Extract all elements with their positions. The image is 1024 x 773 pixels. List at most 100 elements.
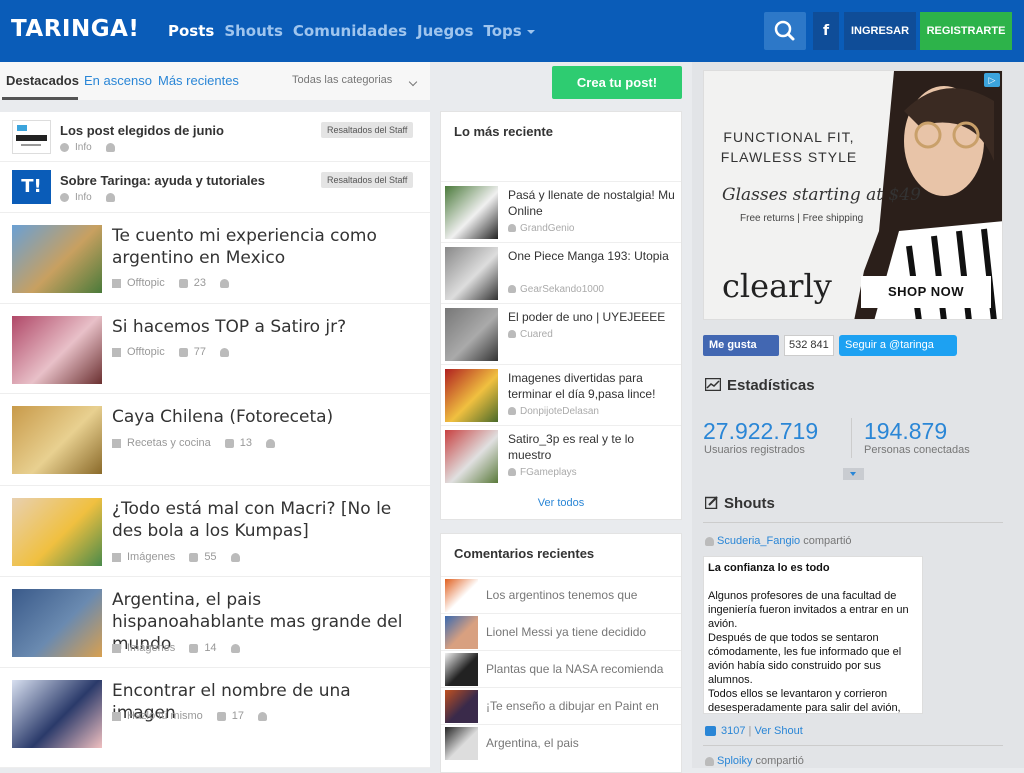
post-thumbnail <box>12 406 102 474</box>
post-thumbnail <box>12 589 102 657</box>
recent-thumbnail <box>445 430 498 483</box>
comment-text[interactable]: Los argentinos tenemos que <box>486 588 678 602</box>
twitter-follow-label: Seguir a @taringa <box>845 339 934 351</box>
taringa-logo[interactable]: TARINGA! <box>11 16 139 42</box>
post-meta: Hazlo tú mismo 17 <box>112 710 273 722</box>
divider <box>703 522 1003 523</box>
post-category: Recetas y cocina <box>127 437 211 450</box>
stats-title: Estadísticas <box>727 377 815 394</box>
recent-title[interactable]: Satiro_3p es real y te lo muestro <box>508 431 676 463</box>
shouts-title: Shouts <box>724 495 775 512</box>
recent-title[interactable]: Pasá y llenate de nostalgia! Mu Online <box>508 187 676 219</box>
post-item[interactable]: Argentina, el pais hispanoahablante mas … <box>0 577 430 668</box>
category-select[interactable]: Todas las categorias <box>292 74 392 86</box>
info-icon <box>60 193 69 202</box>
post-thumbnail <box>12 316 102 384</box>
post-item[interactable]: ¿Todo está mal con Macri? [No le des bol… <box>0 486 430 577</box>
login-button[interactable]: INGRESAR <box>844 12 916 50</box>
nav-juegos[interactable]: Juegos <box>417 22 473 40</box>
tab-destacados[interactable]: Destacados <box>6 73 79 88</box>
post-title[interactable]: Sobre Taringa: ayuda y tutoriales <box>60 173 265 188</box>
post-comments-count: 13 <box>239 437 253 450</box>
recent-title[interactable]: One Piece Manga 193: Utopia <box>508 248 676 264</box>
post-category: Offtopic <box>127 346 165 359</box>
comment-text[interactable]: Plantas que la NASA recomienda <box>486 662 678 676</box>
stats-expand-toggle[interactable] <box>843 468 864 480</box>
recent-item[interactable]: El poder de uno | UYEJEEEE Cuared <box>441 303 681 364</box>
post-title[interactable]: Te cuento mi experiencia como argentino … <box>112 225 417 269</box>
post-feed: Los post elegidos de junio Info Resaltad… <box>0 112 430 768</box>
recent-author-name: DonpijoteDelasan <box>520 406 599 417</box>
recent-item[interactable]: One Piece Manga 193: Utopia GearSekando1… <box>441 242 681 303</box>
shout-likes[interactable]: 3107 <box>721 725 745 737</box>
shout-action: compartió <box>755 755 804 767</box>
post-title[interactable]: Si hacemos TOP a Satiro jr? <box>112 316 417 338</box>
recent-comments-panel: Comentarios recientes Los argentinos ten… <box>440 533 682 773</box>
thumbs-up-icon[interactable] <box>705 726 716 737</box>
post-title[interactable]: ¿Todo está mal con Macri? [No le des bol… <box>112 498 417 542</box>
post-comments-count: 23 <box>193 277 206 290</box>
comment-text[interactable]: Argentina, el pais <box>486 736 678 750</box>
recent-comments-title: Comentarios recientes <box>454 546 595 561</box>
taringa-t-logo-icon: T! <box>12 170 51 204</box>
recent-title[interactable]: Imagenes divertidas para terminar el día… <box>508 370 676 402</box>
info-icon <box>60 143 69 152</box>
recent-thumbnail <box>445 308 498 361</box>
ad-price-text: Glasses starting at $49 <box>722 185 921 205</box>
facebook-login-button[interactable]: f <box>813 12 839 50</box>
ad-shop-now-button[interactable]: SHOP NOW <box>861 276 991 308</box>
separator: | <box>748 725 752 737</box>
register-button[interactable]: REGISTRARTE <box>920 12 1012 50</box>
shout-card[interactable]: La confianza lo es todo Algunos profesor… <box>703 556 923 714</box>
nav-comunidades[interactable]: Comunidades <box>293 22 407 40</box>
nav-shouts[interactable]: Shouts <box>224 22 283 40</box>
user-icon <box>508 407 516 416</box>
shout-author[interactable]: Scuderia_Fangio <box>717 535 800 547</box>
avatar <box>445 727 478 760</box>
ad-brand-logo: clearly <box>722 267 832 305</box>
fork-knife-icon <box>112 438 121 448</box>
nav-posts[interactable]: Posts <box>168 22 214 40</box>
post-meta: Imágenes 55 <box>112 551 246 563</box>
comment-item[interactable]: Lionel Messi ya tiene decidido <box>441 613 681 650</box>
see-shout-link[interactable]: Ver Shout <box>754 725 802 737</box>
tab-en-ascenso[interactable]: En ascenso <box>84 73 152 88</box>
advertisement-banner[interactable]: ▷ FUNCTIONAL FIT, FLAWLESS STYLE Glasses… <box>703 70 1003 320</box>
see-all-link[interactable]: Ver todos <box>441 497 681 509</box>
recent-item[interactable]: Imagenes divertidas para terminar el día… <box>441 364 681 425</box>
comment-item[interactable]: Argentina, el pais <box>441 724 681 761</box>
comment-text[interactable]: Lionel Messi ya tiene decidido <box>486 625 678 639</box>
comment-icon <box>178 347 188 357</box>
recent-author-name: GearSekando1000 <box>520 284 604 295</box>
nav-tops[interactable]: Tops <box>483 22 535 40</box>
user-icon <box>266 438 276 448</box>
tab-mas-recientes[interactable]: Más recientes <box>158 73 239 88</box>
staff-post[interactable]: Los post elegidos de junio Info Resaltad… <box>0 112 430 162</box>
comment-item[interactable]: ¡Te enseño a dibujar en Paint en <box>441 687 681 724</box>
comment-text[interactable]: ¡Te enseño a dibujar en Paint en <box>486 699 678 713</box>
post-title[interactable]: Los post elegidos de junio <box>60 123 224 138</box>
shout-author[interactable]: Sploiky <box>717 755 752 767</box>
post-item[interactable]: Caya Chilena (Fotoreceta) Recetas y coci… <box>0 394 430 486</box>
post-title[interactable]: Caya Chilena (Fotoreceta) <box>112 406 417 428</box>
facebook-like-button[interactable]: Me gusta <box>703 335 779 356</box>
staff-post[interactable]: T! Sobre Taringa: ayuda y tutoriales Inf… <box>0 162 430 213</box>
ad-info-icon[interactable]: ▷ <box>984 73 1000 87</box>
shouts-heading: Shouts <box>705 495 775 512</box>
user-icon <box>508 468 516 477</box>
recent-title[interactable]: El poder de uno | UYEJEEEE <box>508 309 676 325</box>
divider <box>703 745 1003 746</box>
users-label: Usuarios registrados <box>704 444 805 456</box>
post-item[interactable]: Te cuento mi experiencia como argentino … <box>0 213 430 304</box>
search-button[interactable] <box>764 12 806 50</box>
post-item[interactable]: Encontrar el nombre de una imagen Hazlo … <box>0 668 430 768</box>
recent-item[interactable]: Pasá y llenate de nostalgia! Mu Online G… <box>441 181 681 242</box>
twitter-follow-button[interactable]: Seguir a @taringa <box>839 335 957 356</box>
comment-item[interactable]: Los argentinos tenemos que <box>441 576 681 613</box>
online-label: Personas conectadas <box>864 444 970 456</box>
create-post-button[interactable]: Crea tu post! <box>552 66 682 99</box>
recent-item[interactable]: Satiro_3p es real y te lo muestro FGamep… <box>441 425 681 486</box>
post-item[interactable]: Si hacemos TOP a Satiro jr? Offtopic 77 <box>0 304 430 394</box>
user-icon <box>219 278 229 288</box>
comment-item[interactable]: Plantas que la NASA recomienda <box>441 650 681 687</box>
